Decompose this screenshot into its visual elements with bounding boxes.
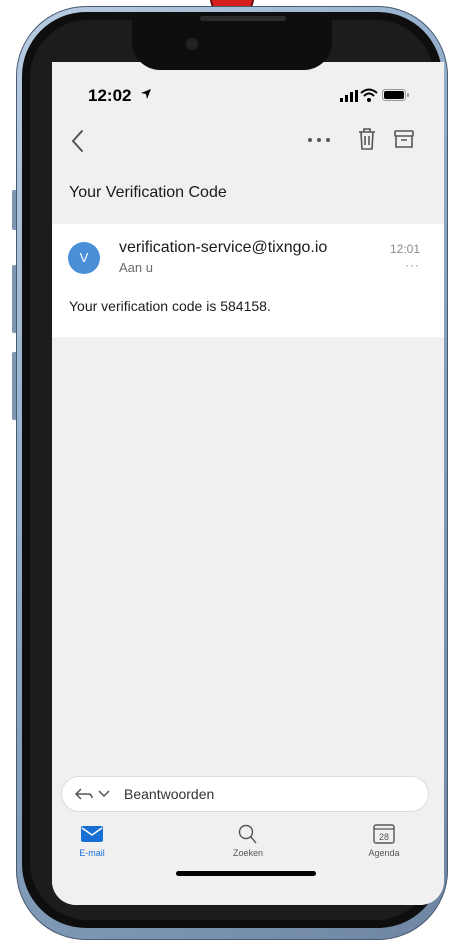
status-bar: 12:02	[52, 70, 444, 110]
tab-email-label: E-mail	[79, 848, 105, 858]
mail-icon	[81, 826, 103, 842]
location-arrow-icon	[141, 89, 151, 99]
archive-icon[interactable]	[392, 126, 416, 152]
reply-label[interactable]: Beantwoorden	[124, 786, 214, 802]
message-card[interactable]: V verification-service@tixngo.io Aan u 1…	[52, 224, 444, 337]
back-chevron-icon[interactable]	[68, 128, 90, 154]
cellular-signal-icon	[340, 90, 358, 102]
message-subject: Your Verification Code	[69, 184, 227, 201]
earpiece-speaker	[200, 16, 286, 21]
reply-bar[interactable]: Beantwoorden	[61, 776, 429, 812]
more-options-icon[interactable]	[306, 130, 332, 150]
reply-arrow-icon[interactable]	[74, 787, 94, 801]
message-time: 12:01	[389, 242, 420, 256]
phone-screen: 12:02 Your Verification Code V verificat…	[52, 70, 444, 905]
home-indicator[interactable]	[176, 871, 316, 876]
chevron-down-icon[interactable]	[98, 789, 110, 799]
trash-icon[interactable]	[356, 126, 378, 152]
tab-search[interactable]: Zoeken	[208, 824, 288, 858]
search-icon	[238, 824, 257, 844]
wifi-icon	[360, 88, 378, 102]
avatar[interactable]: V	[68, 242, 100, 274]
tab-bar: E-mail Zoeken 28 Agenda	[52, 816, 444, 905]
front-camera	[186, 38, 198, 50]
subject-bar: Your Verification Code	[52, 166, 444, 224]
battery-icon	[382, 89, 409, 101]
tab-calendar-label: Agenda	[368, 848, 400, 858]
recipient-label: Aan u	[119, 260, 153, 275]
sender-address: verification-service@tixngo.io	[119, 239, 328, 256]
tab-email[interactable]: E-mail	[52, 824, 132, 858]
tab-search-label: Zoeken	[232, 848, 264, 858]
message-more-button[interactable]: ···	[405, 258, 420, 272]
tab-calendar[interactable]: 28 Agenda	[344, 824, 424, 858]
calendar-day: 28	[379, 832, 389, 842]
message-body: Your verification code is 584158.	[69, 298, 271, 314]
calendar-icon: 28	[373, 824, 395, 844]
toolbar	[52, 120, 444, 160]
status-time: 12:02	[88, 86, 132, 105]
